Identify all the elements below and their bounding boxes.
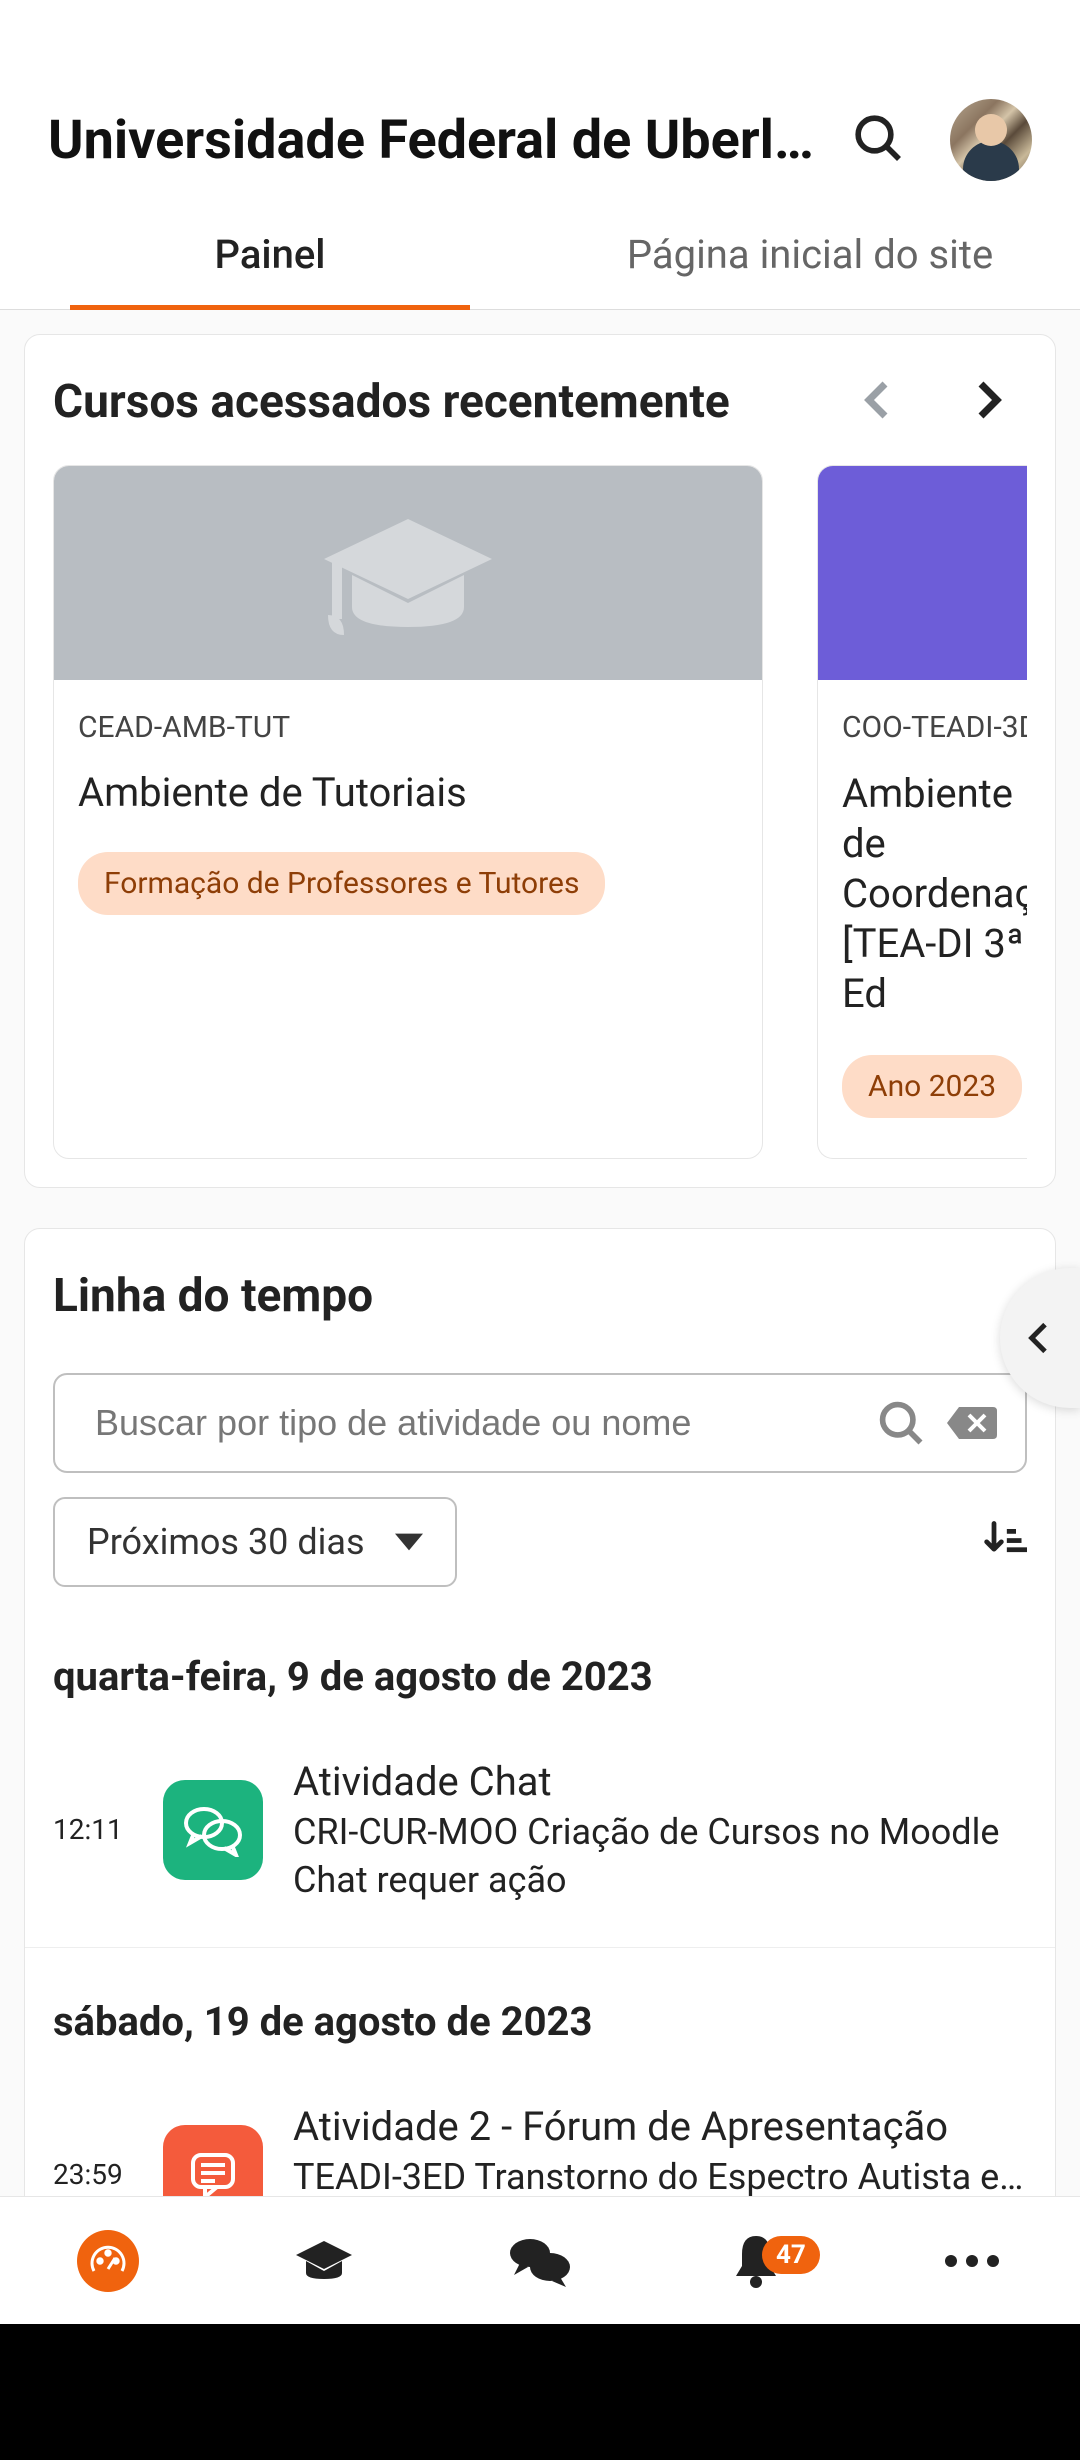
recent-courses-title: Cursos acessados recentemente [53,375,730,429]
nav-more[interactable] [864,2253,1080,2269]
course-code: COO-TEADI-3D [842,710,1027,745]
course-name: Ambiente de Coordenação [TEA-DI 3ª Ed [842,769,1027,1019]
event-time: 12:11 [53,1813,133,1846]
main-tabs: Painel Página inicial do site [0,200,1080,310]
sort-icon [983,1518,1027,1562]
graduation-cap-icon [292,2237,356,2285]
timeline-search-input[interactable] [95,1402,857,1444]
course-body: CEAD-AMB-TUT Ambiente de Tutoriais Forma… [54,680,762,955]
event-course: CRI-CUR-MOO Criação de Cursos no Moodle [293,1811,1027,1853]
chat-icon [182,1803,244,1857]
chevron-left-icon [1020,1308,1060,1368]
carousel-prev-button[interactable] [855,376,903,428]
tab-panel[interactable]: Painel [0,200,540,309]
timeline-date-heading: quarta-feira, 9 de agosto de 2023 [53,1633,1027,1720]
header-actions [850,99,1032,181]
search-icon [875,1397,927,1449]
chat-activity-icon [163,1780,263,1880]
recent-courses-header: Cursos acessados recentemente [53,375,1027,429]
nav-dashboard[interactable] [0,2230,216,2292]
graduation-cap-icon [303,503,513,643]
timeline-range-dropdown[interactable]: Próximos 30 dias [53,1497,457,1587]
clear-search-button[interactable] [945,1403,997,1443]
timeline-card: Linha do tempo Próximos 30 dias [24,1228,1056,2247]
timeline-title: Linha do tempo [53,1269,1027,1323]
event-time: 23:59 [53,2158,133,2191]
course-card[interactable]: CEAD-AMB-TUT Ambiente de Tutoriais Forma… [53,465,763,1159]
chevron-left-icon [855,376,903,424]
messages-icon [508,2235,572,2287]
tab-panel-label: Painel [215,231,326,278]
search-submit[interactable] [875,1397,927,1449]
dashboard-icon [77,2230,139,2292]
notification-badge: 47 [762,2236,820,2274]
course-category-chip[interactable]: Ano 2023 [842,1055,1022,1118]
event-course: TEADI-3ED Transtorno do Espectro Autista… [293,2156,1027,2198]
event-text: Atividade Chat CRI-CUR-MOO Criação de Cu… [293,1758,1027,1901]
timeline-sort-button[interactable] [983,1518,1027,1566]
course-body: COO-TEADI-3D Ambiente de Coordenação [TE… [818,680,1027,1158]
timeline-event[interactable]: 12:11 Atividade Chat CRI-CUR-MOO Criação… [25,1740,1055,1948]
course-hero-image [818,466,1027,680]
dropdown-label: Próximos 30 dias [87,1521,365,1563]
system-navigation-bar [0,2324,1080,2460]
course-code: CEAD-AMB-TUT [78,710,738,745]
timeline-filter-row: Próximos 30 dias [53,1497,1027,1587]
backspace-icon [945,1403,997,1443]
chevron-right-icon [963,376,1011,424]
page-title: Universidade Federal de Uberlâ… [48,109,850,172]
status-bar-spacer [0,0,1080,80]
event-status: Chat requer ação [293,1859,1027,1901]
carousel-navigation [855,376,1027,428]
tab-site-home[interactable]: Página inicial do site [540,200,1080,309]
forum-icon [185,2147,241,2203]
app-header: Universidade Federal de Uberlâ… [0,80,1080,200]
nav-courses[interactable] [216,2237,432,2285]
course-name: Ambiente de Tutoriais [78,769,738,816]
event-title: Atividade 2 - Fórum de Apresentação [293,2103,1027,2150]
content-area: Cursos acessados recentemente [0,310,1080,2311]
course-carousel[interactable]: CEAD-AMB-TUT Ambiente de Tutoriais Forma… [53,465,1027,1159]
course-category-chip[interactable]: Formação de Professores e Tutores [78,852,605,915]
search-button[interactable] [850,110,906,170]
nav-messages[interactable] [432,2235,648,2287]
course-hero-image [54,466,762,680]
user-avatar[interactable] [950,99,1032,181]
search-icon [850,110,906,166]
more-horizontal-icon [943,2253,1001,2269]
timeline-date-heading: sábado, 19 de agosto de 2023 [53,1978,1027,2065]
recent-courses-card: Cursos acessados recentemente [24,334,1056,1188]
bottom-navigation: 47 [0,2196,1080,2324]
dashboard-gauge-icon [88,2241,128,2281]
nav-notifications[interactable]: 47 [648,2232,864,2290]
tab-site-home-label: Página inicial do site [627,231,993,278]
course-card[interactable]: COO-TEADI-3D Ambiente de Coordenação [TE… [817,465,1027,1159]
carousel-next-button[interactable] [963,376,1011,428]
event-title: Atividade Chat [293,1758,1027,1805]
timeline-search[interactable] [53,1373,1027,1473]
caret-down-icon [395,1533,423,1551]
